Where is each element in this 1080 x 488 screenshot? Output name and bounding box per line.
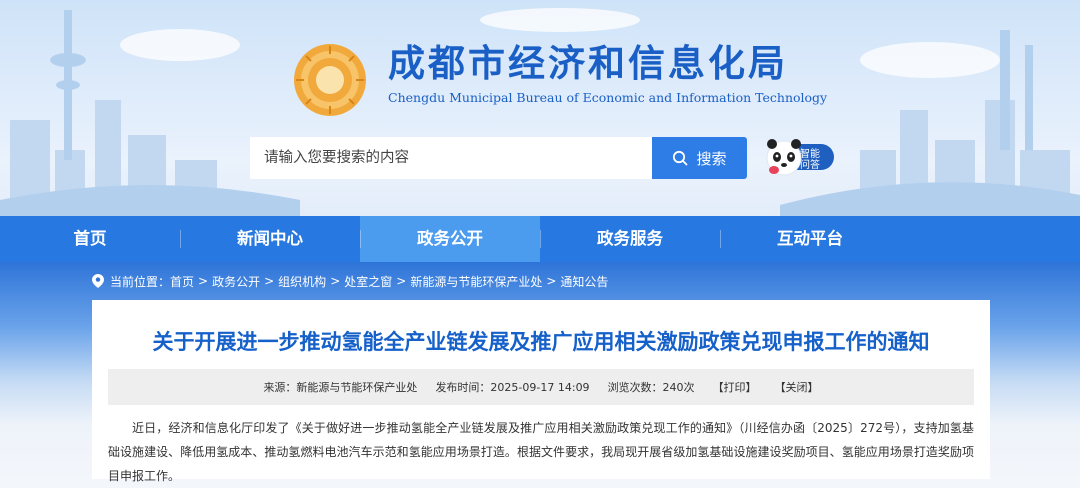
article-meta-bar: 来源：新能源与节能环保产业处 发布时间：2025-09-17 14:09 浏览次…	[108, 369, 974, 405]
search-icon	[673, 150, 688, 166]
bureau-logo-icon	[294, 44, 366, 116]
article-panel: 关于开展进一步推动氢能全产业链发展及推广应用相关激励政策兑现申报工作的通知 来源…	[92, 300, 990, 483]
breadcrumb-separator: >	[198, 274, 209, 288]
close-link[interactable]: 【关闭】	[775, 379, 819, 395]
breadcrumb-separator: >	[264, 274, 275, 288]
location-pin-icon	[92, 274, 104, 288]
site-subtitle: Chengdu Municipal Bureau of Economic and…	[388, 90, 828, 105]
search-button-label: 搜索	[696, 149, 727, 168]
breadcrumb: 当前位置： 首页 > 政务公开 > 组织机构 > 处室之窗 > 新能源与节能环保…	[92, 272, 608, 290]
main-nav: 首页 新闻中心 政务公开 政务服务 互动平台	[0, 216, 1080, 262]
ai-label-line2: 问答	[800, 160, 820, 171]
breadcrumb-separator: >	[330, 274, 341, 288]
city-skyline-illustration	[0, 8, 1080, 216]
breadcrumb-home[interactable]: 首页	[170, 273, 194, 290]
search-button[interactable]: 搜索	[652, 137, 747, 179]
breadcrumb-prefix: 当前位置：	[110, 274, 171, 289]
ai-assistant-label[interactable]: 智能 问答	[800, 149, 820, 171]
breadcrumb-notices[interactable]: 通知公告	[560, 273, 608, 290]
breadcrumb-gov-affairs-open[interactable]: 政务公开	[212, 273, 260, 290]
breadcrumb-separator: >	[396, 274, 407, 288]
breadcrumb-separator: >	[546, 274, 557, 288]
nav-item-gov-affairs-open[interactable]: 政务公开	[360, 216, 540, 262]
meta-view-count: 浏览次数：240次	[607, 381, 695, 394]
article-title: 关于开展进一步推动氢能全产业链发展及推广应用相关激励政策兑现申报工作的通知	[152, 330, 930, 354]
nav-item-gov-services[interactable]: 政务服务	[540, 216, 720, 262]
breadcrumb-new-energy-division[interactable]: 新能源与节能环保产业处	[410, 273, 542, 290]
ai-label-line1: 智能	[800, 149, 820, 160]
nav-item-interaction[interactable]: 互动平台	[720, 216, 900, 262]
panda-icon	[766, 139, 802, 176]
print-link[interactable]: 【打印】	[713, 379, 757, 395]
meta-source: 来源：新能源与节能环保产业处	[263, 381, 418, 394]
site-title: 成都市经济和信息化局	[388, 42, 788, 85]
site-header: 成都市经济和信息化局 Chengdu Municipal Bureau of E…	[0, 0, 1080, 216]
article-body: 近日，经济和信息化厅印发了《关于做好进一步推动氢能全产业链发展及推广应用相关激励…	[108, 421, 974, 483]
nav-item-home[interactable]: 首页	[0, 216, 180, 262]
breadcrumb-department-window[interactable]: 处室之窗	[344, 273, 392, 290]
meta-publish-time: 发布时间：2025-09-17 14:09	[435, 381, 590, 394]
nav-item-news[interactable]: 新闻中心	[180, 216, 360, 262]
breadcrumb-organization[interactable]: 组织机构	[278, 273, 326, 290]
search-input[interactable]	[250, 137, 652, 179]
